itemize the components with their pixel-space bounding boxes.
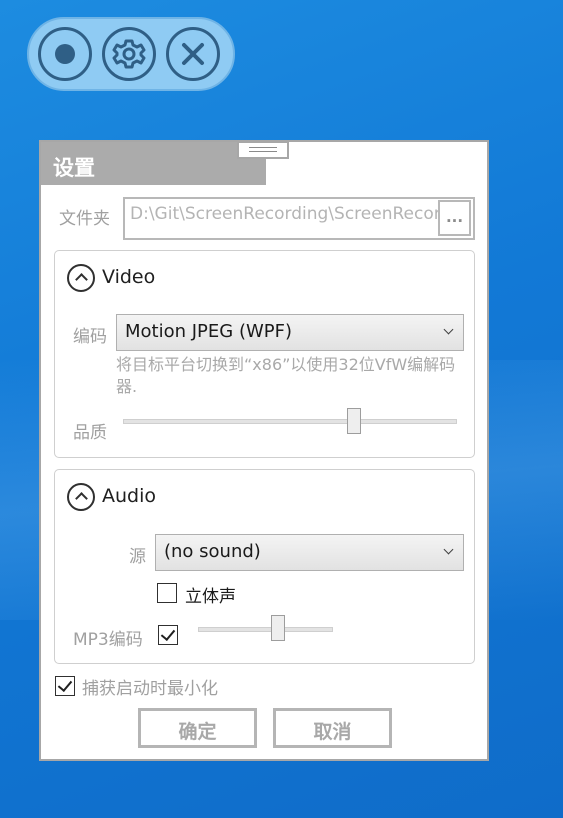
browse-button[interactable]: ...: [438, 200, 471, 236]
title-bar[interactable]: 设置: [41, 142, 266, 185]
chevron-down-icon: [443, 324, 454, 335]
codec-label: 编码: [73, 327, 107, 347]
close-icon: [182, 43, 204, 65]
audio-source-dropdown[interactable]: (no sound): [155, 534, 464, 571]
stereo-label: 立体声: [185, 587, 236, 607]
quality-label: 品质: [73, 423, 107, 443]
drag-handle[interactable]: [237, 141, 289, 159]
mp3-quality-slider-thumb[interactable]: [270, 615, 285, 641]
codec-dropdown[interactable]: Motion JPEG (WPF): [116, 314, 464, 351]
folder-label: 文件夹: [59, 209, 110, 229]
source-value: (no sound): [164, 541, 261, 562]
folder-path-value: D:\Git\ScreenRecording\ScreenRecording: [130, 204, 440, 224]
settings-window: 设置 文件夹 D:\Git\ScreenRecording\ScreenReco…: [39, 140, 489, 761]
video-group-title: Video: [102, 266, 156, 288]
audio-group-title: Audio: [102, 485, 157, 507]
minimize-on-capture-checkbox[interactable]: [55, 676, 75, 696]
record-icon: [55, 44, 75, 64]
codec-value: Motion JPEG (WPF): [125, 321, 293, 342]
settings-button[interactable]: [102, 27, 156, 81]
quality-slider-track[interactable]: [123, 419, 457, 424]
chevron-down-icon: [443, 544, 454, 555]
window-title: 设置: [53, 156, 95, 180]
stereo-checkbox[interactable]: [157, 583, 177, 603]
source-label: 源: [129, 547, 146, 567]
minimize-on-capture-label: 捕获启动时最小化: [82, 679, 218, 699]
gear-icon: [112, 39, 146, 69]
folder-path-field[interactable]: D:\Git\ScreenRecording\ScreenRecording .…: [123, 197, 475, 240]
recorder-toolbar: [27, 17, 235, 91]
ok-button-label: 确定: [178, 721, 217, 743]
video-group: Video 编码 Motion JPEG (WPF) 将目标平台切换到“x86”…: [54, 250, 475, 458]
mp3-label: MP3编码: [73, 630, 143, 650]
collapse-audio-button[interactable]: [67, 483, 95, 511]
mp3-checkbox[interactable]: [158, 625, 178, 645]
close-button[interactable]: [166, 27, 220, 81]
collapse-video-button[interactable]: [67, 264, 95, 292]
quality-slider-thumb[interactable]: [347, 408, 361, 434]
audio-group: Audio 源 (no sound) 立体声 MP3编码: [54, 469, 475, 664]
ok-button[interactable]: 确定: [138, 708, 257, 748]
cancel-button-label: 取消: [313, 721, 352, 743]
record-button[interactable]: [38, 27, 92, 81]
cancel-button[interactable]: 取消: [273, 708, 392, 748]
codec-hint: 将目标平台切换到“x86”以使用32位VfW编解码器.: [116, 355, 456, 396]
mp3-quality-slider-track[interactable]: [198, 627, 333, 632]
